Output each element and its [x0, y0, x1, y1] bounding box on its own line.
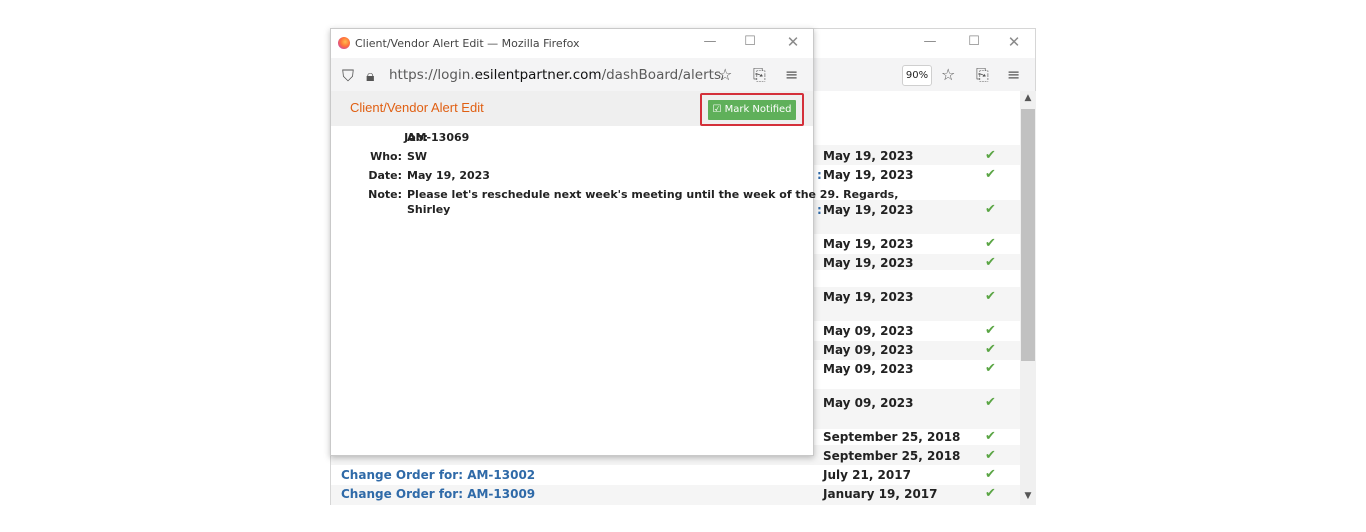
mark-notified-button[interactable]: ☑ Mark Notified — [708, 100, 796, 120]
row-date: May 09, 2023 — [823, 362, 914, 376]
popup-window-title: Client/Vendor Alert Edit — Mozilla Firef… — [355, 37, 580, 50]
row-date: May 19, 2023 — [823, 290, 914, 304]
check-icon: ✔ — [985, 323, 996, 338]
check-icon: ✔ — [985, 486, 996, 501]
scroll-up-icon[interactable]: ▲ — [1020, 93, 1036, 103]
change-order-link[interactable]: Change Order for: AM-13009 — [341, 487, 535, 501]
check-icon: ✔ — [985, 148, 996, 163]
row-link-fragment[interactable]: : — [817, 203, 822, 217]
row-date: May 09, 2023 — [823, 396, 914, 410]
row-date: May 19, 2023 — [823, 168, 914, 182]
extensions-icon[interactable]: ⎘ — [753, 65, 766, 85]
check-icon: ✔ — [985, 167, 996, 182]
url-path: /dashBoard/alerts/clientAlert — [601, 67, 723, 83]
change-order-link[interactable]: Change Order for: AM-13002 — [341, 468, 535, 482]
row-date: May 19, 2023 — [823, 149, 914, 163]
scroll-down-icon[interactable]: ▼ — [1020, 491, 1036, 501]
check-icon: ✔ — [985, 289, 996, 304]
row-date: September 25, 2018 — [823, 430, 961, 444]
maximize-icon[interactable]: ☐ — [967, 35, 981, 49]
page-title: Client/Vendor Alert Edit — [350, 100, 484, 115]
minimize-icon[interactable]: — — [703, 35, 717, 49]
check-icon: ✔ — [985, 236, 996, 251]
menu-icon[interactable]: ≡ — [1007, 65, 1020, 84]
row-link-fragment[interactable]: : — [817, 168, 822, 182]
menu-icon[interactable]: ≡ — [785, 65, 798, 84]
check-icon: ✔ — [985, 448, 996, 463]
check-icon: ✔ — [985, 202, 996, 217]
check-icon: ✔ — [985, 467, 996, 482]
who-value: SW — [407, 150, 428, 163]
row-date: September 25, 2018 — [823, 449, 961, 463]
row-date: May 09, 2023 — [823, 324, 914, 338]
check-icon: ✔ — [985, 395, 996, 410]
url-prefix: https://login. — [389, 67, 475, 83]
star-icon[interactable]: ☆ — [941, 65, 955, 84]
note-value-line-1: Please let's reschedule next week's meet… — [407, 188, 899, 201]
url-domain: esilentpartner.com — [474, 67, 602, 83]
check-icon: ✔ — [985, 429, 996, 444]
date-label: Date: — [368, 169, 402, 182]
minimize-icon[interactable]: — — [923, 35, 937, 49]
close-icon[interactable]: ✕ — [786, 35, 800, 50]
row-date: May 19, 2023 — [823, 237, 914, 251]
job-value: AM-13069 — [407, 131, 470, 144]
row-date: July 21, 2017 — [823, 468, 911, 482]
lock-icon[interactable]: 🔒︎ — [366, 66, 375, 86]
check-icon: ✔ — [985, 361, 996, 376]
extensions-icon[interactable]: ⎘ — [976, 65, 989, 85]
check-icon: ✔ — [985, 342, 996, 357]
zoom-level-badge[interactable]: 90% — [902, 65, 932, 86]
row-date: May 09, 2023 — [823, 343, 914, 357]
maximize-icon[interactable]: ☐ — [743, 35, 757, 49]
date-value: May 19, 2023 — [407, 169, 490, 182]
row-date: May 19, 2023 — [823, 256, 914, 270]
shield-icon[interactable]: ⛉ — [342, 66, 354, 86]
alert-edit-popup-window: Client/Vendor Alert Edit — Mozilla Firef… — [330, 28, 898, 456]
star-icon[interactable]: ☆ — [718, 65, 732, 84]
row-date: January 19, 2017 — [823, 487, 938, 501]
scrollbar-thumb[interactable] — [1021, 109, 1035, 361]
firefox-logo-icon — [338, 37, 350, 49]
note-label: Note: — [368, 188, 402, 201]
url-text[interactable]: https://login.esilentpartner.com/dashBoa… — [389, 67, 723, 83]
row-date: May 19, 2023 — [823, 203, 914, 217]
note-value-line-2: Shirley — [407, 203, 451, 216]
check-icon: ✔ — [985, 255, 996, 270]
close-icon[interactable]: ✕ — [1007, 35, 1021, 50]
who-label: Who: — [370, 150, 402, 163]
